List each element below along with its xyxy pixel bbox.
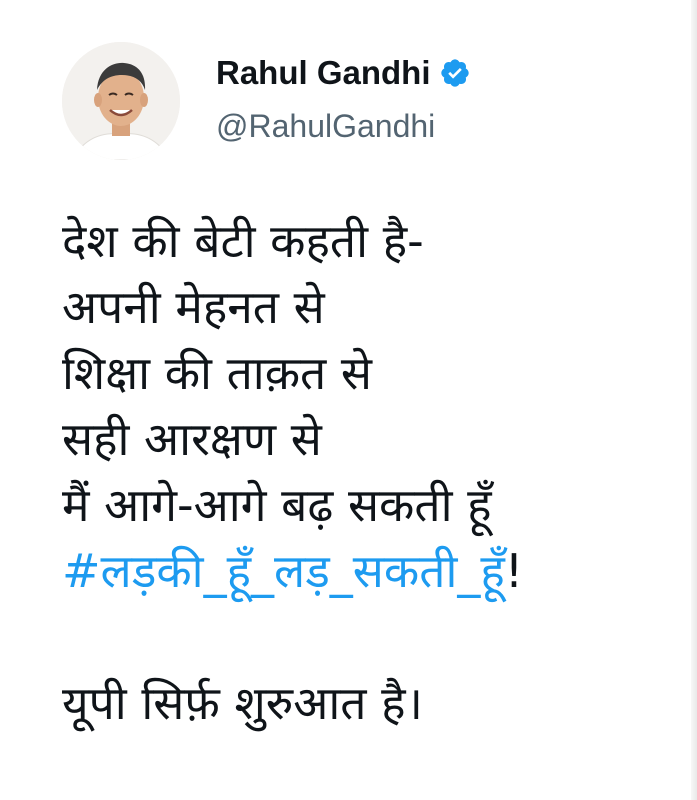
name-row: Rahul Gandhi <box>216 54 471 92</box>
right-edge-divider <box>691 0 697 800</box>
tweet-line: देश की बेटी कहती है- <box>62 214 424 268</box>
hashtag-line: #लड़की_हूँ_लड़_सकती_हूँ! <box>62 538 682 604</box>
avatar[interactable] <box>62 42 180 160</box>
tweet-closing-line: यूपी सिर्फ़ शुरुआत है। <box>62 676 423 730</box>
hashtag-suffix: ! <box>504 544 524 598</box>
user-handle[interactable]: @RahulGandhi <box>216 108 435 145</box>
tweet-line: मैं आगे-आगे बढ़ सकती हूँ <box>62 478 492 532</box>
hashtag-link[interactable]: #लड़की_हूँ_लड़_सकती_हूँ <box>62 544 505 598</box>
tweet-card: Rahul Gandhi @RahulGandhi देश की बेटी कह… <box>0 0 697 800</box>
tweet-text: देश की बेटी कहती है- अपनी मेहनत से शिक्ष… <box>62 208 682 736</box>
display-name[interactable]: Rahul Gandhi <box>216 54 431 92</box>
tweet-line: सही आरक्षण से <box>62 412 322 466</box>
tweet-line: शिक्षा की ताक़त से <box>62 346 372 400</box>
verified-badge-icon <box>439 57 471 89</box>
tweet-line: अपनी मेहनत से <box>62 280 325 334</box>
avatar-image <box>62 42 180 160</box>
